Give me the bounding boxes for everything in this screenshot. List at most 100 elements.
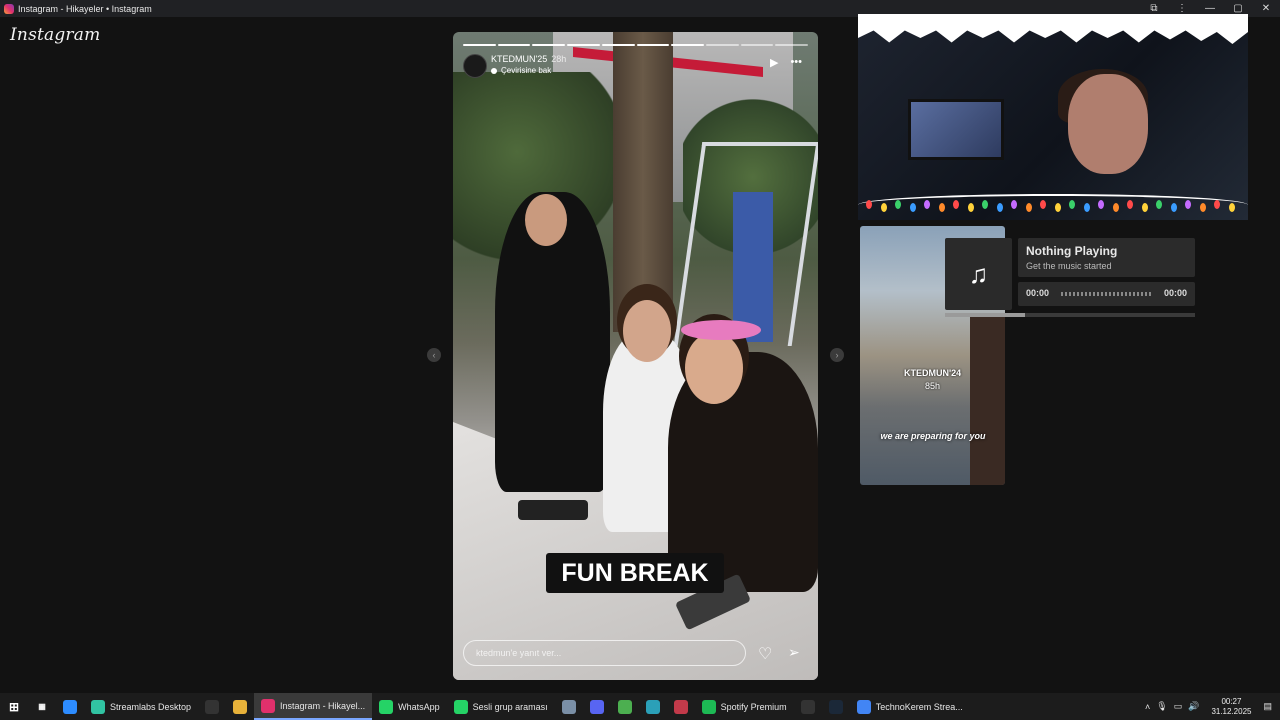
story-progress-segment — [775, 44, 809, 46]
volume-icon[interactable]: 🔊 — [1188, 701, 1199, 712]
story-translation[interactable]: Çevirisine bak — [491, 66, 551, 75]
task-view-button[interactable]: ▦ — [28, 693, 56, 720]
light-bulb — [895, 200, 901, 209]
clock-time: 00:27 — [1221, 696, 1242, 706]
story-progress-segment — [532, 44, 566, 46]
story-progress-segment — [463, 44, 496, 46]
taskbar-item[interactable] — [56, 693, 84, 720]
taskbar-item[interactable] — [822, 693, 850, 720]
webcam-monitor — [908, 99, 1004, 160]
windows-icon: ⊞ — [7, 699, 21, 714]
story-text-sticker: FUN BREAK — [546, 553, 724, 593]
taskbar-item[interactable] — [583, 693, 611, 720]
clock-date: 31.12.2025 — [1211, 706, 1252, 716]
light-bulb — [1127, 200, 1133, 209]
taskbar: ⊞ ▦ Streamlabs Desktop Instagram - Hikaye… — [0, 693, 1280, 720]
story-progress-bar — [463, 44, 809, 46]
previous-story-button[interactable]: ‹ — [427, 348, 441, 362]
taskbar-item-label: Sesli grup araması — [472, 701, 548, 712]
music-subtitle: Get the music started — [1026, 261, 1112, 271]
taskbar-item[interactable]: Sesli grup araması — [447, 693, 555, 720]
music-time-total: 00:00 — [1163, 288, 1187, 298]
light-bulb — [982, 200, 988, 209]
close-button[interactable]: ✕ — [1252, 0, 1280, 17]
music-progress-fill — [945, 313, 1025, 317]
light-bulb — [1170, 203, 1177, 212]
send-icon[interactable]: ➢ — [788, 644, 800, 661]
music-timeline: 00:00 00:00 — [1018, 282, 1195, 306]
more-icon[interactable]: ••• — [790, 56, 802, 69]
story-username-line: KTEDMUN'25 28h — [491, 54, 566, 64]
play-icon[interactable]: ▶ — [770, 56, 778, 69]
instagram-logo[interactable]: Instagram — [10, 25, 100, 45]
story-controls: ▶ ••• — [770, 56, 802, 69]
discord-icon — [589, 699, 604, 714]
taskbar-item[interactable] — [794, 693, 822, 720]
story-progress-segment — [497, 44, 531, 46]
taskbar-item[interactable]: Instagram - Hikayel... — [254, 693, 373, 720]
notifications-icon[interactable]: ▤ — [1263, 701, 1272, 712]
chrome-icon — [856, 699, 871, 714]
instagram-icon — [261, 698, 276, 713]
start-button[interactable]: ⊞ — [0, 693, 28, 720]
taskbar-item[interactable]: TechnoKerem Strea... — [850, 693, 970, 720]
story-progress-segment — [740, 44, 774, 46]
music-waveform — [1061, 292, 1153, 296]
taskbar-apps: Streamlabs Desktop Instagram - Hikayel...… — [56, 693, 970, 720]
taskbar-item[interactable] — [555, 693, 583, 720]
taskbar-item[interactable] — [611, 693, 639, 720]
microphone-icon[interactable]: 🎙 — [1156, 701, 1167, 712]
story-reply-bar: ♡ ➢ — [463, 640, 808, 670]
music-time-elapsed: 00:00 — [1026, 288, 1050, 298]
valorant-icon — [673, 699, 688, 714]
app-icon — [561, 699, 576, 714]
light-bulb — [1214, 200, 1220, 209]
story-viewer[interactable]: KTEDMUN'25 28h Çevirisine bak ▶ ••• FUN B… — [453, 32, 818, 680]
chevron-up-icon[interactable]: ˄ — [1145, 702, 1150, 712]
clock[interactable]: 00:27 31.12.2025 — [1211, 697, 1251, 717]
document-icon — [645, 699, 660, 714]
next-story-button[interactable]: › — [830, 348, 844, 362]
taskbar-item[interactable] — [198, 693, 226, 720]
light-bulb — [1199, 203, 1206, 212]
story-photo-detail — [681, 320, 761, 340]
light-bulb — [1011, 200, 1017, 209]
light-bulb — [1156, 200, 1162, 209]
epic-icon — [800, 699, 815, 714]
story-progress-segment — [705, 44, 739, 46]
taskbar-item[interactable]: Streamlabs Desktop — [84, 693, 198, 720]
story-progress-segment — [601, 44, 635, 46]
light-bulb — [1098, 200, 1104, 209]
taskbar-item-label: Instagram - Hikayel... — [280, 700, 366, 711]
snow-decoration — [858, 14, 1248, 44]
webcam-overlay — [858, 14, 1248, 220]
taskbar-item-label: Spotify Premium — [720, 701, 787, 712]
instagram-icon — [4, 3, 14, 14]
network-icon[interactable]: ▭ — [1174, 701, 1183, 712]
light-bulb — [1040, 200, 1046, 209]
taskbar-item[interactable] — [226, 693, 254, 720]
story-preview-caption: we are preparing for you — [880, 431, 986, 441]
light-bulb — [1054, 203, 1061, 212]
story-reply-input[interactable] — [463, 640, 746, 666]
taskbar-item[interactable]: Spotify Premium — [695, 693, 794, 720]
story-photo-person — [623, 300, 671, 362]
taskbar-item[interactable] — [667, 693, 695, 720]
story-photo-person — [525, 194, 567, 246]
avatar[interactable] — [463, 54, 487, 78]
story-progress-segment — [567, 44, 600, 46]
story-photo-detail — [518, 500, 588, 520]
whatsapp-icon — [379, 699, 394, 714]
taskbar-item[interactable] — [639, 693, 667, 720]
story-username[interactable]: KTEDMUN'25 — [491, 54, 547, 64]
whatsapp-call-icon — [453, 699, 468, 714]
story-preview-time: 85h — [925, 381, 941, 391]
heart-icon[interactable]: ♡ — [758, 644, 772, 664]
light-bulb — [924, 200, 930, 209]
zm-icon — [63, 699, 77, 714]
light-bulb — [1025, 203, 1032, 212]
light-bulb — [880, 203, 887, 212]
story-photo-person — [685, 332, 743, 404]
taskbar-item[interactable]: WhatsApp — [372, 693, 447, 720]
light-bulb — [996, 203, 1003, 212]
